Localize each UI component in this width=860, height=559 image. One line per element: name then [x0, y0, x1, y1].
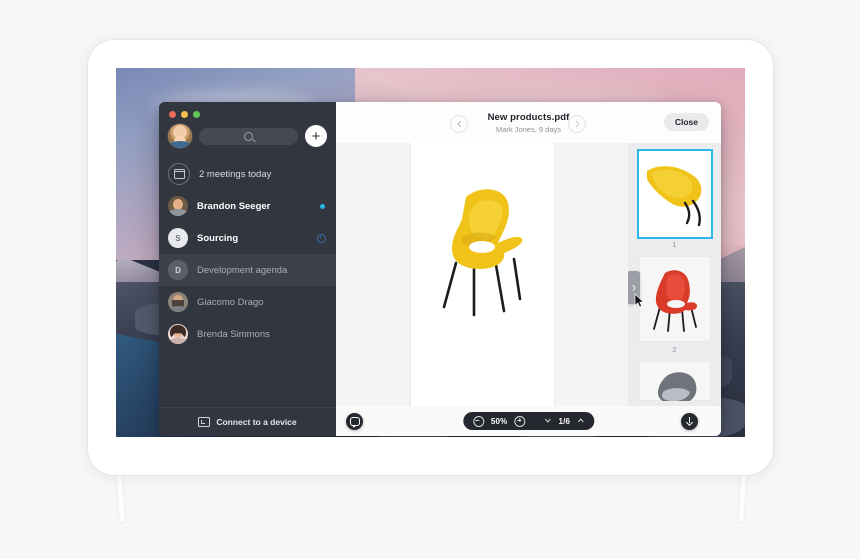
document-titles: New products.pdf Mark Jones, 9 days	[488, 112, 570, 134]
screenshot-stage: + 2 meetings today Brandon Seeger S Sour…	[0, 0, 860, 559]
chevron-left-icon	[456, 120, 461, 128]
document-title: New products.pdf	[487, 111, 570, 123]
chevron-up-icon	[577, 418, 584, 423]
new-conversation-button[interactable]: +	[305, 125, 327, 147]
device-screen: + 2 meetings today Brandon Seeger S Sour…	[116, 68, 745, 437]
sidebar-item-label: Brenda Simmons	[197, 328, 270, 340]
chair-opening	[469, 241, 495, 253]
next-page-button[interactable]	[577, 417, 584, 425]
grey-lounge-chair-illustration	[657, 372, 696, 401]
zoom-out-icon[interactable]	[472, 415, 484, 427]
cursor-arrow-icon	[634, 293, 645, 308]
contact-avatar	[168, 196, 188, 216]
zoom-level: 50%	[490, 416, 508, 426]
document-page[interactable]	[410, 143, 554, 406]
thumbnail-image-3	[638, 361, 711, 401]
group-initial-avatar: D	[168, 260, 188, 280]
contact-avatar	[168, 324, 188, 344]
thumbnail-panel: 1 2	[628, 143, 721, 406]
next-document-button[interactable]	[568, 115, 586, 133]
sidebar-item-label: Giacomo Drago	[197, 296, 264, 308]
contact-avatar	[168, 292, 188, 312]
connect-to-device-label: Connect to a device	[216, 417, 297, 427]
stand-leg-right	[738, 470, 747, 522]
zoom-in-icon[interactable]	[514, 415, 526, 427]
viewer-body: 1 2	[336, 143, 721, 406]
sidebar-item-label: Sourcing	[197, 232, 239, 244]
account-avatar[interactable]	[168, 124, 192, 148]
minimize-window-button[interactable]	[181, 111, 188, 118]
document-meta: Mark Jones, 9 days	[495, 124, 561, 134]
document-viewer: New products.pdf Mark Jones, 9 days Clos…	[336, 102, 721, 436]
previous-page-button[interactable]	[544, 417, 551, 425]
status-badge-online	[320, 203, 325, 209]
chevron-down-icon	[545, 418, 551, 423]
sidebar-item-development-agenda[interactable]: D Development agenda	[159, 254, 336, 286]
zoom-toolbar: 50% 1/6	[462, 412, 595, 430]
thumbnail-image-2	[638, 256, 711, 342]
chevron-right-icon	[575, 120, 580, 128]
comment-bubble-icon	[349, 416, 360, 428]
comment-button[interactable]	[346, 412, 363, 430]
viewer-header: New products.pdf Mark Jones, 9 days Clos…	[336, 102, 721, 143]
thumbnail-item[interactable]: 2	[638, 256, 711, 354]
maximize-window-button[interactable]	[193, 111, 200, 118]
stand-leg-left	[116, 470, 125, 522]
chat-application-window: + 2 meetings today Brandon Seeger S Sour…	[159, 102, 721, 436]
thumbnail-number: 2	[672, 345, 677, 354]
sidebar-item-brenda-simmons[interactable]: Brenda Simmons	[159, 318, 336, 350]
screen-share-icon	[198, 417, 211, 427]
download-icon	[685, 416, 694, 426]
sidebar-item-sourcing[interactable]: S Sourcing	[159, 222, 336, 254]
thumbnail-number: 1	[672, 240, 677, 249]
close-viewer-button[interactable]: Close	[663, 113, 709, 131]
sidebar-item-label: Brandon Seeger	[197, 200, 271, 212]
sidebar-item-meetings[interactable]: 2 meetings today	[159, 158, 336, 190]
sidebar-item-label: 2 meetings today	[199, 168, 272, 180]
sidebar: + 2 meetings today Brandon Seeger S Sour…	[159, 102, 336, 436]
sidebar-item-brandon-seeger[interactable]: Brandon Seeger	[159, 190, 336, 222]
thumbnail-image-1	[638, 151, 711, 237]
avatar-shoulders	[170, 141, 190, 148]
download-button[interactable]	[681, 412, 698, 430]
connect-to-device-button[interactable]: Connect to a device	[159, 407, 336, 436]
window-traffic-lights[interactable]	[169, 111, 200, 118]
calendar-icon	[168, 163, 190, 185]
yellow-organic-armchair-illustration	[442, 189, 523, 317]
sidebar-item-label: Development agenda	[197, 264, 288, 276]
yellow-chair-closeup-illustration	[646, 166, 701, 227]
page-indicator: 1/6	[558, 416, 571, 426]
page-image-yellow-chair	[411, 175, 554, 325]
sidebar-item-giacomo-drago[interactable]: Giacomo Drago	[159, 286, 336, 318]
thumbnail-item[interactable]	[638, 361, 711, 401]
conversation-list: 2 meetings today Brandon Seeger S Sourci…	[159, 156, 336, 407]
status-badge-pending	[317, 233, 326, 243]
group-initial-avatar: S	[168, 228, 188, 248]
search-input[interactable]	[199, 127, 298, 145]
tablet-device-frame: + 2 meetings today Brandon Seeger S Sour…	[88, 40, 773, 475]
close-window-button[interactable]	[169, 111, 176, 118]
previous-document-button[interactable]	[450, 115, 468, 133]
red-armchair-illustration	[652, 270, 697, 332]
chevron-right-icon	[632, 284, 636, 291]
page-area	[336, 143, 628, 406]
viewer-footer: 50% 1/6	[336, 406, 721, 436]
thumbnail-item[interactable]: 1	[638, 151, 711, 249]
search-icon	[244, 131, 253, 141]
